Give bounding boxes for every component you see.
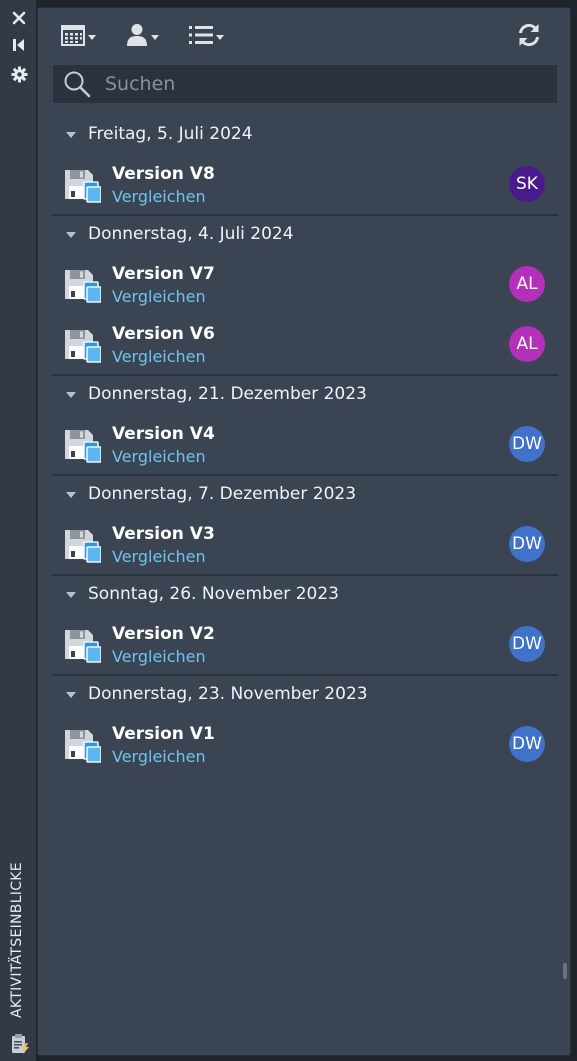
version-item[interactable]: Version V1 Vergleichen DW xyxy=(38,714,570,774)
activity-panel: Freitag, 5. Juli 2024 Version V8 Vergleic… xyxy=(37,7,571,1056)
collapse-caret-icon[interactable] xyxy=(66,592,76,598)
group-header[interactable]: Donnerstag, 23. November 2023 xyxy=(38,676,570,714)
user-filter-button[interactable] xyxy=(126,22,159,52)
version-item[interactable]: Version V4 Vergleichen DW xyxy=(38,414,570,474)
list-filter-icon xyxy=(189,25,213,49)
version-title: Version V2 xyxy=(112,624,215,644)
version-title: Version V6 xyxy=(112,324,215,344)
version-title: Version V1 xyxy=(112,724,215,744)
sidebar-title: AKTIVITÄTSEINBLICKE xyxy=(9,862,25,1018)
compare-link[interactable]: Vergleichen xyxy=(112,187,206,206)
group-date-label: Donnerstag, 23. November 2023 xyxy=(88,684,368,704)
collapse-icon[interactable] xyxy=(9,35,29,55)
chevron-down-icon xyxy=(216,34,224,40)
version-item[interactable]: Version V6 Vergleichen AL xyxy=(38,314,570,374)
avatar: AL xyxy=(509,266,545,302)
group-date-label: Donnerstag, 4. Juli 2024 xyxy=(88,224,294,244)
scrollbar[interactable] xyxy=(563,963,567,979)
save-version-icon xyxy=(64,328,102,363)
group-header[interactable]: Freitag, 5. Juli 2024 xyxy=(38,116,570,154)
gear-icon[interactable] xyxy=(9,64,29,84)
version-item[interactable]: Version V3 Vergleichen DW xyxy=(38,514,570,574)
search-input[interactable] xyxy=(105,65,545,103)
version-title: Version V7 xyxy=(112,264,215,284)
calendar-filter-button[interactable] xyxy=(61,22,96,52)
save-version-icon xyxy=(64,528,102,563)
version-title: Version V4 xyxy=(112,424,215,444)
close-icon[interactable] xyxy=(9,8,29,28)
collapse-caret-icon[interactable] xyxy=(66,392,76,398)
avatar: DW xyxy=(509,726,545,762)
compare-link[interactable]: Vergleichen xyxy=(112,647,206,666)
chevron-down-icon xyxy=(88,34,96,40)
save-version-icon xyxy=(64,168,102,203)
collapse-caret-icon[interactable] xyxy=(66,232,76,238)
refresh-icon xyxy=(516,22,542,52)
compare-link[interactable]: Vergleichen xyxy=(112,447,206,466)
search-box xyxy=(53,65,557,103)
version-title: Version V8 xyxy=(112,164,215,184)
user-filter-icon xyxy=(126,23,148,51)
group-header[interactable]: Sonntag, 26. November 2023 xyxy=(38,576,570,614)
avatar: AL xyxy=(509,326,545,362)
compare-link[interactable]: Vergleichen xyxy=(112,547,206,566)
avatar: SK xyxy=(509,166,545,202)
save-version-icon xyxy=(64,428,102,463)
sidebar-rail: AKTIVITÄTSEINBLICKE xyxy=(0,0,37,1061)
calendar-filter-icon xyxy=(61,24,85,50)
list-filter-button[interactable] xyxy=(189,22,224,52)
group-date-label: Donnerstag, 7. Dezember 2023 xyxy=(88,484,357,504)
compare-link[interactable]: Vergleichen xyxy=(112,347,206,366)
avatar: DW xyxy=(509,426,545,462)
group-date-label: Freitag, 5. Juli 2024 xyxy=(88,124,253,144)
avatar: DW xyxy=(509,526,545,562)
save-version-icon xyxy=(64,728,102,763)
version-title: Version V3 xyxy=(112,524,215,544)
collapse-caret-icon[interactable] xyxy=(66,692,76,698)
clipboard-lightning-icon[interactable] xyxy=(8,1032,32,1056)
group-date-label: Sonntag, 26. November 2023 xyxy=(88,584,339,604)
compare-link[interactable]: Vergleichen xyxy=(112,747,206,766)
chevron-down-icon xyxy=(151,34,159,40)
compare-link[interactable]: Vergleichen xyxy=(112,287,206,306)
search-icon xyxy=(63,70,91,98)
version-item[interactable]: Version V8 Vergleichen SK xyxy=(38,154,570,214)
version-item[interactable]: Version V7 Vergleichen AL xyxy=(38,254,570,314)
toolbar xyxy=(38,8,570,66)
group-header[interactable]: Donnerstag, 21. Dezember 2023 xyxy=(38,376,570,414)
group-header[interactable]: Donnerstag, 4. Juli 2024 xyxy=(38,216,570,254)
collapse-caret-icon[interactable] xyxy=(66,492,76,498)
avatar: DW xyxy=(509,626,545,662)
group-date-label: Donnerstag, 21. Dezember 2023 xyxy=(88,384,367,404)
group-header[interactable]: Donnerstag, 7. Dezember 2023 xyxy=(38,476,570,514)
version-item[interactable]: Version V2 Vergleichen DW xyxy=(38,614,570,674)
save-version-icon xyxy=(64,268,102,303)
collapse-caret-icon[interactable] xyxy=(66,132,76,138)
save-version-icon xyxy=(64,628,102,663)
refresh-button[interactable] xyxy=(516,22,542,52)
version-list: Freitag, 5. Juli 2024 Version V8 Vergleic… xyxy=(38,116,570,774)
